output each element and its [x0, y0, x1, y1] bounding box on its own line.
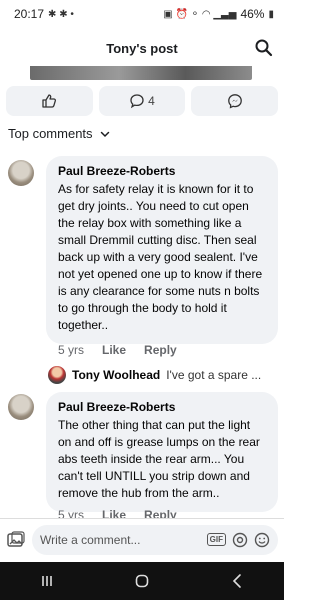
comment-button[interactable]: 4 — [98, 86, 186, 116]
post-image[interactable] — [30, 66, 252, 80]
comment-count: 4 — [148, 94, 155, 108]
page-title: Tony's post — [106, 40, 178, 56]
recent-apps-button[interactable] — [27, 569, 67, 593]
reply-avatar — [48, 366, 66, 384]
like-button[interactable] — [6, 86, 93, 116]
reply-preview[interactable]: Tony Woolhead I've got a spare ... — [48, 366, 261, 384]
comment-bubble[interactable]: Paul Breeze-Roberts The other thing that… — [46, 392, 278, 512]
home-icon — [135, 574, 149, 588]
comment-text: The other thing that can put the light o… — [58, 418, 260, 500]
back-icon — [232, 574, 241, 588]
comment-reply-button[interactable]: Reply — [144, 508, 177, 518]
search-button[interactable] — [254, 38, 274, 58]
chevron-down-icon — [100, 131, 109, 137]
comment-like-button[interactable]: Like — [102, 343, 126, 357]
header: Tony's post — [0, 30, 284, 66]
comment-time[interactable]: 5 yrs — [58, 343, 84, 357]
comment-icon — [130, 94, 144, 109]
comment-author[interactable]: Paul Breeze-Roberts — [58, 400, 266, 414]
avatar[interactable] — [8, 160, 34, 186]
comment-reply-button[interactable]: Reply — [144, 343, 177, 357]
home-button[interactable] — [122, 569, 162, 593]
gif-icon[interactable]: GIF — [206, 533, 226, 546]
comment-text: As for safety relay it is known for it t… — [58, 182, 263, 332]
messenger-share-button[interactable] — [191, 86, 279, 116]
comment-time[interactable]: 5 yrs — [58, 508, 84, 518]
thumbs-up-icon — [42, 94, 57, 108]
messenger-icon — [227, 94, 242, 109]
comment-author[interactable]: Paul Breeze-Roberts — [58, 164, 266, 178]
mention-icon[interactable] — [232, 532, 248, 548]
avatar[interactable] — [8, 394, 34, 420]
comment-bubble[interactable]: Paul Breeze-Roberts As for safety relay … — [46, 156, 278, 344]
comment-like-button[interactable]: Like — [102, 508, 126, 518]
recents-icon — [42, 576, 53, 586]
status-bar: 20:17 ✱ ✱ • ▣ ⏰ ⚬ ◠ ▁▃▅ 46% ▮ — [0, 0, 284, 28]
photo-icon[interactable] — [6, 530, 26, 550]
notification-icons: ✱ ✱ • — [48, 8, 74, 20]
emoji-icon[interactable] — [254, 532, 270, 548]
comment-composer: Write a comment... GIF — [0, 518, 284, 560]
status-time: 20:17 — [14, 7, 45, 21]
signal-icons: ▣ ⏰ ⚬ ◠ ▁▃▅ — [163, 8, 237, 20]
reaction-bar: 4 — [0, 86, 284, 116]
top-comments-label: Top comments — [8, 126, 93, 141]
comment-input[interactable]: Write a comment... GIF — [32, 524, 278, 555]
status-right: ▣ ⏰ ⚬ ◠ ▁▃▅ 46% ▮ — [163, 7, 274, 21]
comment-meta: 5 yrs Like Reply — [58, 343, 177, 357]
top-comments-filter[interactable]: Top comments — [8, 126, 111, 141]
battery-level: 46% — [240, 7, 265, 21]
reply-text: I've got a spare ... — [166, 368, 262, 382]
search-icon — [255, 39, 273, 57]
status-left: 20:17 ✱ ✱ • — [14, 7, 74, 21]
comment-input-placeholder: Write a comment... — [40, 532, 141, 547]
reply-author[interactable]: Tony Woolhead — [72, 368, 160, 382]
battery-icon: ▮ — [268, 8, 274, 20]
comment-meta: 5 yrs Like Reply — [58, 508, 177, 518]
back-button[interactable] — [217, 569, 257, 593]
system-nav-bar — [0, 562, 284, 600]
